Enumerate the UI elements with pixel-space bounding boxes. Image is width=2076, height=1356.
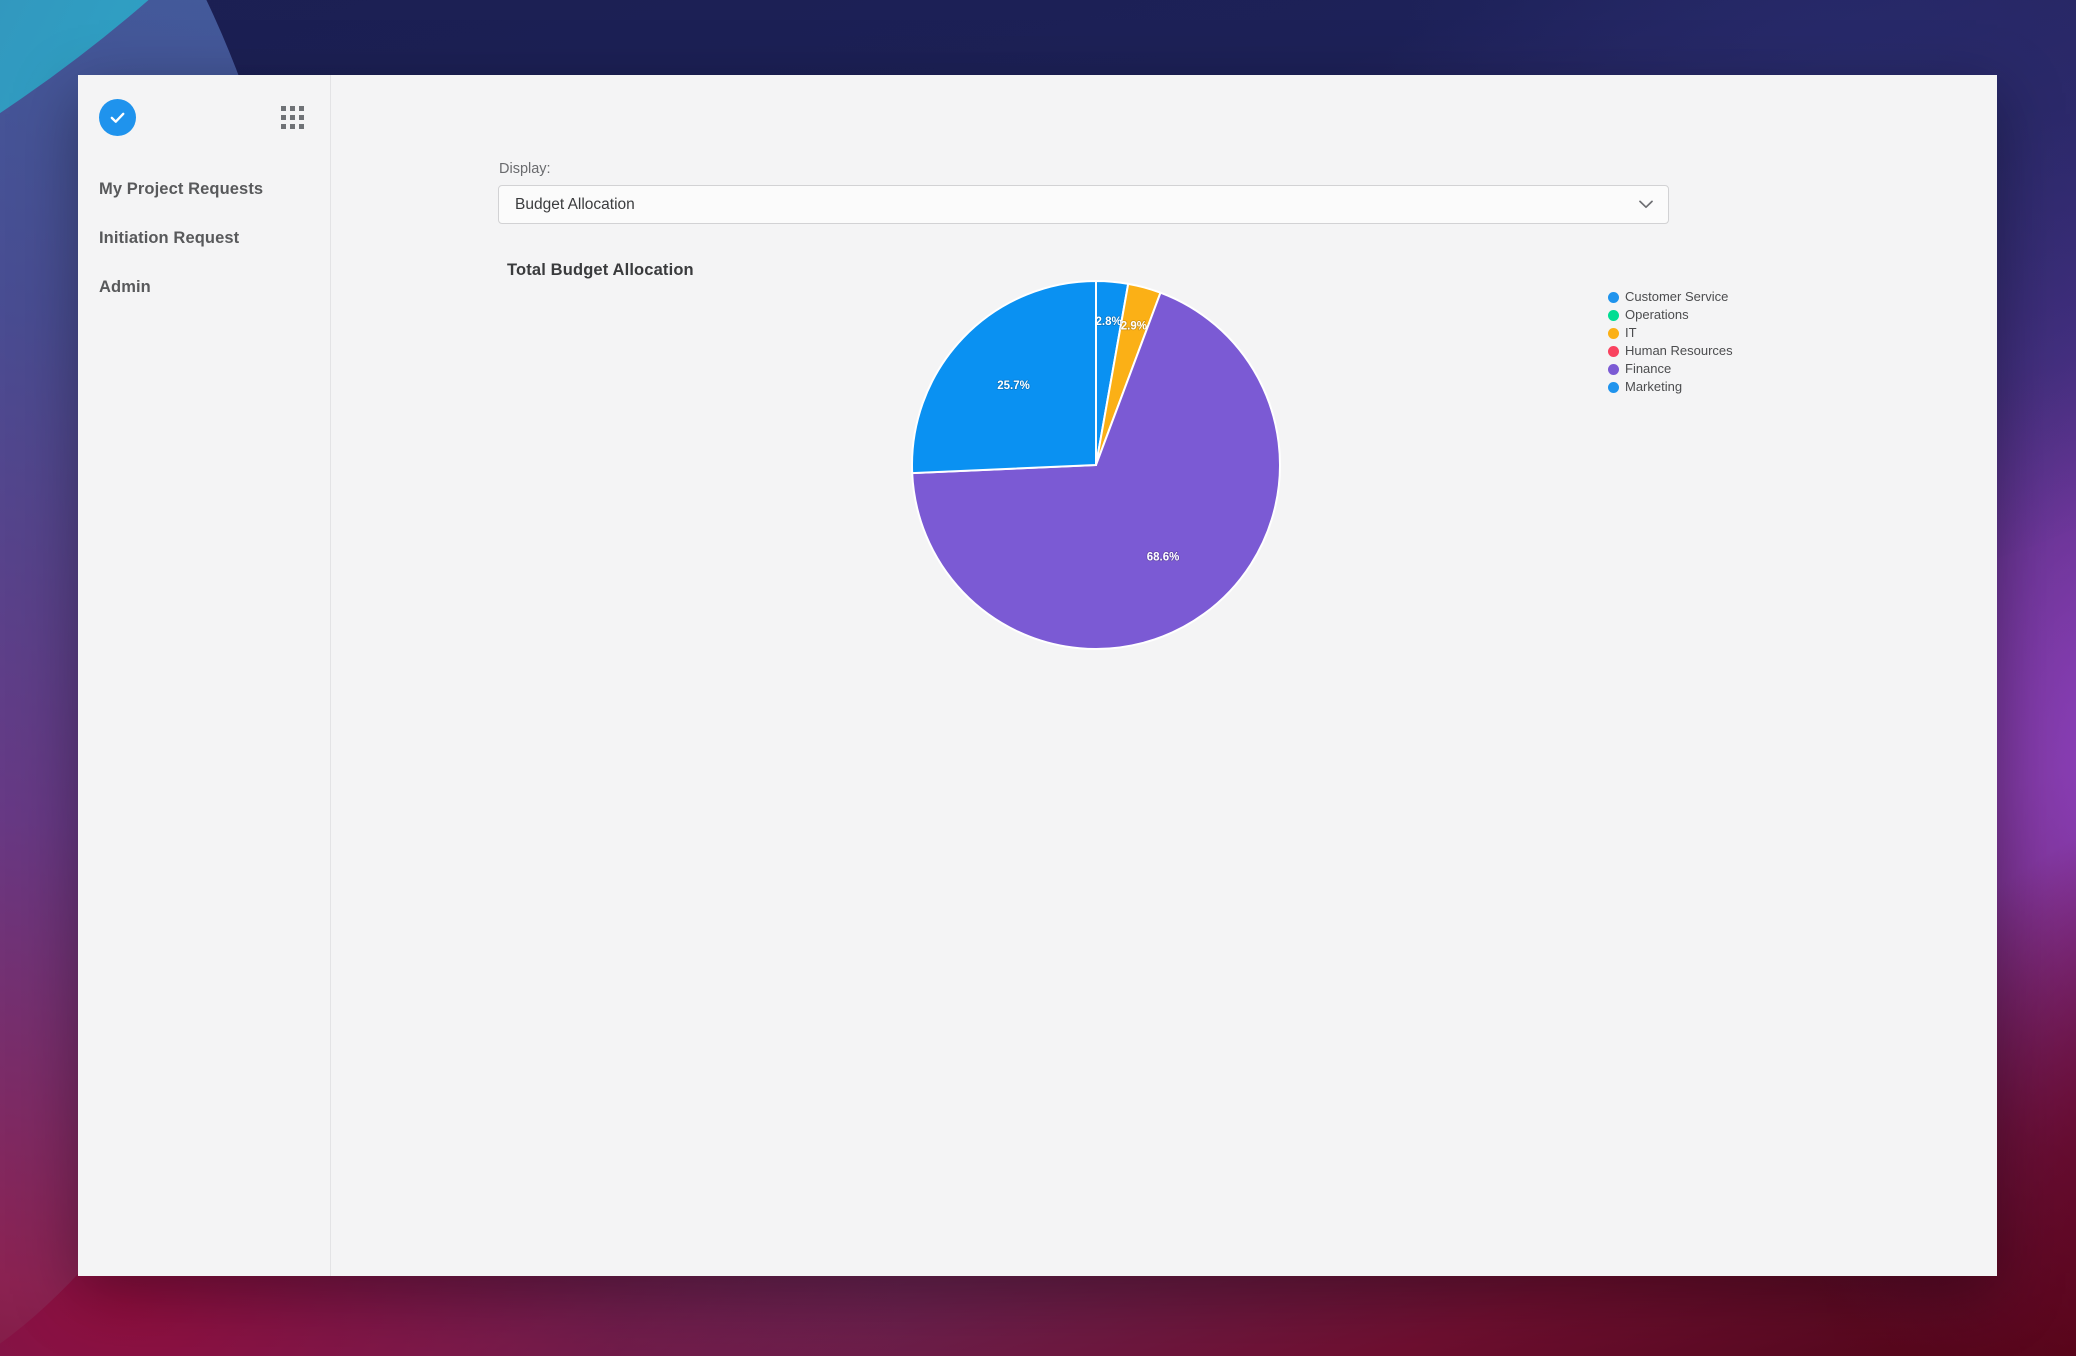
pie-slice-label: 2.9% — [1121, 321, 1147, 333]
legend-item[interactable]: Operations — [1608, 306, 1868, 324]
grid-dot — [290, 115, 295, 120]
legend-swatch-icon — [1608, 345, 1619, 357]
pie-slice-label: 25.7% — [997, 380, 1030, 392]
sidebar-item-label: My Project Requests — [99, 180, 264, 198]
legend-swatch-icon — [1608, 309, 1619, 321]
sidebar-nav: My Project Requests Initiation Request A… — [78, 174, 330, 303]
legend-item[interactable]: Human Resources — [1608, 342, 1868, 360]
sidebar-item-admin[interactable]: Admin — [78, 272, 330, 304]
pie-slice-label: 2.8% — [1095, 316, 1121, 328]
grid-dot — [281, 106, 286, 111]
display-select-wrapper: Budget Allocation — [498, 185, 1669, 224]
legend-swatch-icon — [1608, 363, 1619, 375]
legend-label: Marketing — [1625, 379, 1683, 394]
display-select-value: Budget Allocation — [515, 195, 635, 213]
pie-chart-svg[interactable]: 2.8% 2.9% 68.6% 25.7% — [911, 279, 1281, 650]
pie-chart: 2.8% 2.9% 68.6% 25.7% — [911, 279, 1281, 650]
legend-item[interactable]: Finance — [1608, 360, 1868, 378]
main-content: Display: Budget Allocation Total Budget … — [331, 75, 1997, 1276]
legend-label: Finance — [1625, 361, 1672, 376]
chart-area: 2.8% 2.9% 68.6% 25.7% Customer Service Oper… — [481, 279, 1997, 700]
chart-title: Total Budget Allocation — [507, 261, 694, 279]
legend-swatch-icon — [1608, 291, 1619, 303]
grid-dot — [290, 124, 295, 129]
grid-dot — [299, 115, 304, 120]
legend-item[interactable]: IT — [1608, 324, 1868, 342]
pie-slice[interactable] — [911, 279, 1097, 475]
display-label: Display: — [499, 161, 551, 177]
sidebar-item-label: Initiation Request — [99, 228, 240, 247]
legend-swatch-icon — [1608, 327, 1619, 339]
legend-label: Operations — [1625, 307, 1689, 322]
sidebar-item-my-project-requests[interactable]: My Project Requests — [78, 174, 330, 206]
sidebar-header — [78, 75, 330, 136]
sidebar-item-label: Admin — [99, 277, 151, 296]
sidebar: My Project Requests Initiation Request A… — [78, 75, 331, 1276]
pie-slice-label: 68.6% — [1147, 551, 1180, 563]
grid-dot — [299, 106, 304, 111]
grid-apps-icon[interactable] — [281, 106, 304, 129]
legend-swatch-icon — [1608, 381, 1619, 393]
sidebar-item-initiation-request[interactable]: Initiation Request — [78, 223, 330, 255]
grid-dot — [281, 124, 286, 129]
grid-dot — [290, 106, 295, 111]
legend-label: Customer Service — [1625, 289, 1729, 304]
grid-dot — [299, 124, 304, 129]
legend-item[interactable]: Customer Service — [1608, 288, 1868, 306]
legend-label: IT — [1625, 325, 1637, 340]
display-select[interactable]: Budget Allocation — [498, 185, 1669, 224]
check-circle-icon[interactable] — [99, 99, 136, 136]
grid-dot — [281, 115, 286, 120]
chart-legend: Customer Service Operations IT Human Res… — [1608, 288, 1868, 396]
legend-item[interactable]: Marketing — [1608, 378, 1868, 396]
legend-label: Human Resources — [1625, 343, 1733, 358]
app-window: My Project Requests Initiation Request A… — [78, 75, 1997, 1276]
